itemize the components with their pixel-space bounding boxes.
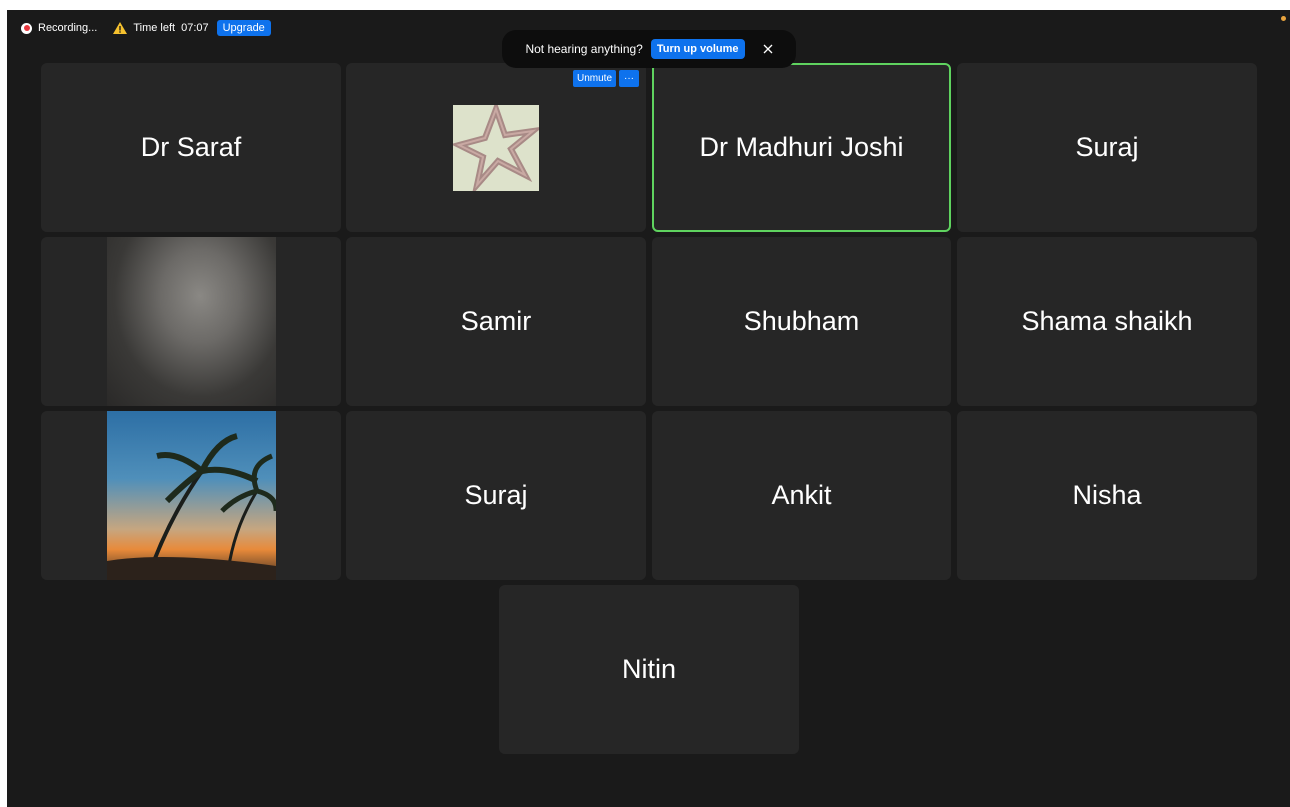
- participant-tile[interactable]: Shama shaikh: [957, 237, 1257, 406]
- turn-up-volume-button[interactable]: Turn up volume: [650, 39, 745, 59]
- participant-tile[interactable]: Suraj: [957, 63, 1257, 232]
- recording-label[interactable]: Recording...: [38, 22, 97, 34]
- participant-tile[interactable]: Shubham: [652, 237, 951, 406]
- palm-trees-image: [107, 433, 279, 580]
- recording-icon[interactable]: [21, 22, 32, 34]
- participant-name: Ankit: [771, 480, 832, 510]
- close-icon[interactable]: [763, 44, 773, 54]
- toast-message: Not hearing anything?: [525, 42, 643, 56]
- participant-tile[interactable]: Suraj: [346, 411, 646, 580]
- more-options-button[interactable]: ···: [619, 70, 640, 87]
- participant-name: Shama shaikh: [1021, 306, 1193, 336]
- participant-video: [107, 411, 279, 580]
- time-left-label: Time left: [133, 22, 176, 34]
- participant-tile[interactable]: Nitin: [499, 585, 799, 754]
- participant-tile[interactable]: [346, 63, 646, 232]
- participant-video: [107, 237, 276, 406]
- participant-name: Nisha: [1072, 480, 1142, 510]
- participant-name: Samir: [460, 306, 532, 336]
- meeting-window: Recording... Time left 07:07 Upgrade Not…: [7, 10, 1290, 807]
- participant-tile[interactable]: Ankit: [652, 411, 951, 580]
- time-left-value: 07:07: [181, 22, 209, 34]
- participant-name: Nitin: [621, 654, 676, 684]
- participant-name: Dr Saraf: [140, 132, 242, 162]
- participant-name: Shubham: [743, 306, 860, 336]
- upgrade-button[interactable]: Upgrade: [216, 20, 271, 36]
- participant-tile[interactable]: [41, 237, 341, 406]
- participant-tile[interactable]: [41, 411, 341, 580]
- camera-indicator-icon: [1281, 16, 1286, 21]
- audio-toast: Not hearing anything? Turn up volume: [502, 30, 796, 68]
- warning-icon: [113, 22, 128, 34]
- participant-tile[interactable]: Nisha: [957, 411, 1257, 580]
- participant-tile[interactable]: Samir: [346, 237, 646, 406]
- profile-picture: [453, 104, 539, 191]
- unmute-button[interactable]: Unmute: [573, 70, 617, 87]
- status-bar: Recording... Time left 07:07 Upgrade: [21, 19, 271, 37]
- participant-tile-active-speaker[interactable]: Dr Madhuri Joshi: [652, 63, 951, 232]
- participant-name: Suraj: [464, 480, 528, 510]
- participant-tile[interactable]: Dr Saraf: [41, 63, 341, 232]
- tile-controls: Unmute ···: [573, 70, 640, 87]
- participant-name: Suraj: [1075, 132, 1139, 162]
- participant-name: Dr Madhuri Joshi: [699, 132, 904, 162]
